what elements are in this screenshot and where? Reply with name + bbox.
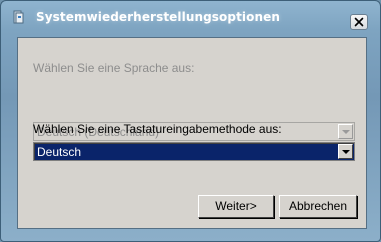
dialog-body: Wählen Sie eine Sprache aus: Deutsch (De… — [17, 37, 367, 229]
next-button[interactable]: Weiter> — [198, 195, 274, 218]
title-bar[interactable]: Systemwiederherstellungsoptionen — [1, 1, 380, 31]
close-icon — [354, 17, 364, 27]
keyboard-select-value: Deutsch — [37, 145, 82, 159]
dialog-window: Systemwiederherstellungsoptionen Wählen … — [0, 0, 381, 242]
keyboard-select[interactable]: Deutsch — [33, 142, 355, 161]
chevron-down-icon — [342, 150, 350, 154]
window-title: Systemwiederherstellungsoptionen — [36, 10, 280, 24]
close-button[interactable] — [350, 14, 368, 30]
chevron-down-icon — [342, 130, 350, 134]
language-label: Wählen Sie eine Sprache aus: — [33, 61, 195, 75]
cancel-button[interactable]: Abbrechen — [279, 195, 357, 218]
app-icon — [13, 10, 25, 24]
language-dropdown-button — [338, 124, 353, 139]
keyboard-dropdown-button[interactable] — [338, 144, 353, 159]
keyboard-label: Wählen Sie eine Tastatureingabemethode a… — [33, 122, 282, 136]
